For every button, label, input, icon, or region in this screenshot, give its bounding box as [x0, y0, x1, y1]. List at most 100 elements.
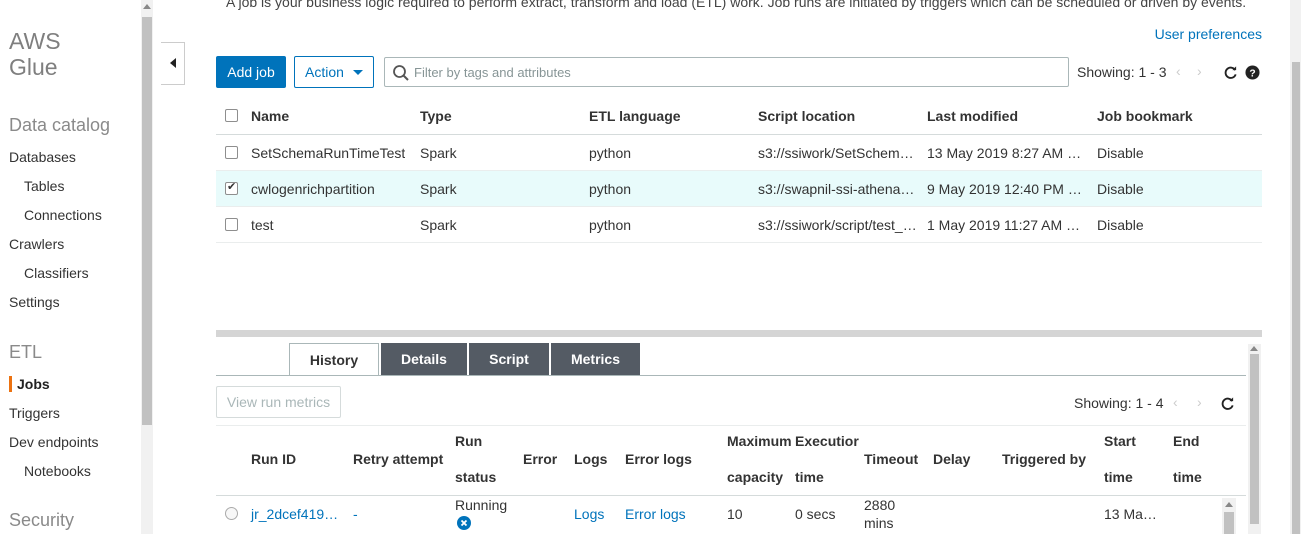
refresh-icon[interactable] [1223, 65, 1238, 80]
page-description: A job is your business logic required to… [226, 0, 1247, 10]
tab-underline [216, 375, 1246, 376]
logs-link[interactable]: Logs [574, 506, 604, 522]
col-end-time-line2[interactable]: time [1173, 460, 1202, 495]
panel-resize-handle[interactable] [216, 330, 1262, 337]
run-row[interactable]: jr_2dcef419… - Running Logs Error logs 1… [216, 496, 1246, 534]
timeout-value-line2: mins [864, 515, 894, 531]
col-job-bookmark[interactable]: Job bookmark [1097, 98, 1193, 134]
next-page-icon[interactable]: › [1197, 394, 1202, 410]
brand-title[interactable]: AWS Glue [9, 28, 89, 80]
search-icon [393, 65, 409, 81]
next-page-icon[interactable]: › [1197, 63, 1202, 79]
start-time-value: 13 Ma… [1104, 506, 1157, 522]
col-max-capacity-line1[interactable]: Maximum [727, 424, 792, 459]
job-last-modified: 13 May 2019 8:27 AM … [927, 144, 1082, 161]
col-triggered-by[interactable]: Triggered by [1002, 442, 1086, 477]
tab-details[interactable]: Details [381, 343, 467, 375]
table-row[interactable]: test Spark python s3://ssiwork/script/te… [216, 207, 1262, 243]
col-start-time-line2[interactable]: time [1104, 460, 1133, 495]
table-row[interactable]: SetSchemaRunTimeTest Spark python s3://s… [216, 135, 1262, 171]
col-error[interactable]: Error [523, 442, 557, 477]
scroll-up-arrow-icon[interactable] [1225, 502, 1233, 507]
refresh-icon[interactable] [1220, 396, 1235, 411]
view-run-metrics-button[interactable]: View run metrics [216, 386, 341, 418]
col-type[interactable]: Type [420, 98, 452, 134]
tab-script[interactable]: Script [469, 343, 549, 375]
nav-crawlers[interactable]: Crawlers [9, 236, 64, 252]
col-error-logs[interactable]: Error logs [625, 442, 692, 477]
user-preferences-link[interactable]: User preferences [1155, 26, 1262, 42]
action-label: Action [305, 64, 344, 80]
runs-scrollbar-thumb[interactable] [1224, 512, 1234, 534]
page-scrollbar-thumb[interactable] [1292, 62, 1300, 534]
col-end-time-line1[interactable]: End [1173, 424, 1199, 459]
tab-metrics[interactable]: Metrics [551, 343, 640, 375]
col-run-status-line1[interactable]: Run [455, 424, 482, 459]
search-input[interactable]: Filter by tags and attributes [384, 57, 1069, 87]
runs-showing-count: Showing: 1 - 4 [1074, 395, 1164, 411]
error-logs-link[interactable]: Error logs [625, 506, 686, 522]
col-delay[interactable]: Delay [933, 442, 970, 477]
jobs-showing-count: Showing: 1 - 3 [1077, 64, 1167, 80]
section-security: Security [9, 510, 75, 530]
help-icon[interactable]: ? [1245, 65, 1260, 80]
job-language: python [589, 144, 632, 161]
col-run-id[interactable]: Run ID [251, 442, 296, 477]
page-scrollbar[interactable] [1290, 0, 1301, 534]
col-logs[interactable]: Logs [574, 442, 607, 477]
nav-tables[interactable]: Tables [24, 178, 64, 194]
col-script-location[interactable]: Script location [758, 98, 855, 134]
active-indicator [9, 376, 12, 392]
table-header-row: Name Type ETL language Script location L… [216, 98, 1262, 135]
nav-databases[interactable]: Databases [9, 149, 76, 165]
row-checkbox[interactable] [225, 218, 238, 231]
col-max-capacity-line2[interactable]: capacity [727, 460, 783, 495]
sidebar: AWS Glue Data catalog Databases Tables C… [0, 0, 153, 534]
col-execution-time-line1[interactable]: Executior [795, 424, 859, 459]
col-start-time-line1[interactable]: Start [1104, 424, 1136, 459]
col-execution-time-line2[interactable]: time [795, 460, 824, 495]
row-checkbox[interactable] [225, 146, 238, 159]
tab-history[interactable]: History [289, 343, 379, 376]
panel-scrollbar-thumb[interactable] [1250, 354, 1259, 524]
nav-jobs[interactable]: Jobs [17, 376, 50, 392]
job-type: Spark [420, 216, 457, 233]
run-radio[interactable] [225, 507, 238, 520]
col-timeout[interactable]: Timeout [864, 442, 918, 477]
nav-notebooks[interactable]: Notebooks [24, 463, 91, 479]
col-run-status-line2[interactable]: status [455, 460, 496, 495]
scroll-up-arrow-icon[interactable] [1250, 346, 1258, 351]
col-retry-attempt[interactable]: Retry attempt [353, 442, 443, 477]
job-script-location: s3://swapnil-ssi-athena… [758, 180, 915, 197]
section-data-catalog: Data catalog [9, 115, 111, 135]
prev-page-icon[interactable]: ‹ [1173, 394, 1178, 410]
runs-table-header: Run ID Retry attempt Run status Error Lo… [216, 425, 1246, 496]
run-id-link[interactable]: jr_2dcef419… [251, 506, 338, 522]
caret-down-icon [353, 70, 363, 75]
row-checkbox[interactable] [225, 180, 238, 195]
sidebar-scrollbar-thumb[interactable] [142, 17, 152, 425]
col-last-modified[interactable]: Last modified [927, 98, 1018, 134]
select-all-checkbox[interactable] [225, 109, 238, 122]
prev-page-icon[interactable]: ‹ [1176, 63, 1181, 79]
nav-classifiers[interactable]: Classifiers [24, 265, 89, 281]
run-status: Running [455, 497, 508, 513]
nav-settings[interactable]: Settings [9, 294, 60, 310]
stop-run-icon[interactable] [457, 516, 471, 530]
table-row[interactable]: cwlogenrichpartition Spark python s3://s… [216, 171, 1262, 207]
panel-scrollbar[interactable] [1248, 344, 1261, 534]
scroll-up-arrow-icon[interactable] [143, 4, 151, 9]
nav-connections[interactable]: Connections [24, 207, 102, 223]
action-dropdown[interactable]: Action [294, 56, 374, 88]
col-etl-language[interactable]: ETL language [589, 98, 681, 134]
job-bookmark: Disable [1097, 216, 1144, 233]
col-name[interactable]: Name [251, 98, 289, 134]
job-language: python [589, 216, 632, 233]
collapse-sidebar-button[interactable] [161, 42, 185, 85]
job-script-location: s3://ssiwork/script/test_… [758, 216, 917, 233]
nav-dev-endpoints[interactable]: Dev endpoints [9, 434, 99, 450]
add-job-button[interactable]: Add job [216, 56, 286, 88]
job-bookmark: Disable [1097, 180, 1144, 197]
nav-triggers[interactable]: Triggers [9, 405, 60, 421]
runs-scrollbar[interactable] [1222, 498, 1236, 534]
